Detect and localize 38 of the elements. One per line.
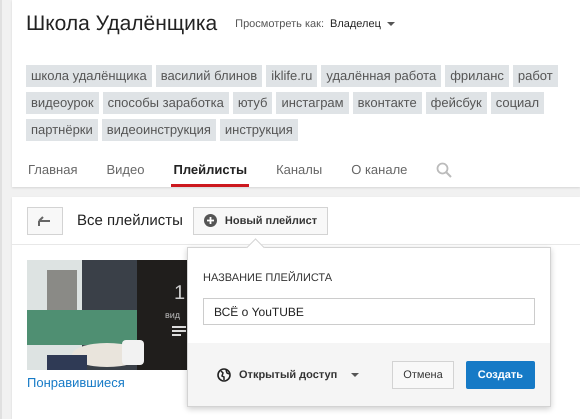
tag[interactable]: партнёрки — [26, 119, 98, 141]
tag[interactable]: социал — [490, 92, 544, 114]
new-playlist-button[interactable]: Новый плейлист — [192, 206, 328, 234]
playlist-title-link[interactable]: Понравившиеся — [27, 375, 125, 390]
tag[interactable]: ютуб — [232, 92, 272, 114]
tag[interactable]: работ — [512, 65, 558, 87]
tab[interactable]: Главная — [26, 159, 80, 187]
tag[interactable]: василий блинов — [156, 65, 262, 87]
tag[interactable]: iklife.ru — [266, 65, 318, 87]
video-count-label: вид — [165, 310, 180, 320]
cancel-button[interactable]: Отмена — [392, 360, 454, 388]
tag[interactable]: способы заработка — [102, 92, 229, 114]
video-count: 1 — [174, 282, 186, 305]
tag[interactable]: инструкция — [220, 119, 298, 141]
back-button[interactable] — [27, 206, 63, 234]
tag[interactable]: фейсбук — [426, 92, 487, 114]
channel-title: Школа Удалёнщика — [26, 12, 218, 36]
tab[interactable]: Каналы — [274, 159, 324, 187]
create-button[interactable]: Создать — [466, 360, 535, 388]
back-arrow-icon — [38, 216, 52, 226]
tag[interactable]: фриланс — [445, 65, 509, 87]
tab[interactable]: Видео — [104, 159, 146, 187]
tag[interactable]: школа удалёнщика — [26, 65, 152, 87]
tab[interactable]: Плейлисты — [171, 159, 250, 187]
tag[interactable]: инстаграм — [276, 92, 349, 114]
privacy-dropdown[interactable]: Открытый доступ — [203, 368, 374, 382]
section-heading: Все плейлисты — [77, 212, 183, 229]
tag[interactable]: видеоурок — [26, 92, 99, 114]
tag[interactable]: видеоинструкция — [102, 119, 216, 141]
field-label: НАЗВАНИЕ ПЛЕЙЛИСТА — [203, 272, 334, 284]
view-as-label: Просмотреть как: — [235, 18, 324, 30]
plus-icon — [204, 214, 217, 227]
view-as-dropdown[interactable]: Владелец — [330, 18, 395, 30]
tab[interactable]: О канале — [349, 159, 410, 187]
playlist-name-field[interactable]: ВСЁ о YouTUBE — [203, 298, 535, 325]
tag[interactable]: удалённая работа — [321, 65, 442, 87]
globe-icon — [217, 368, 231, 382]
tag[interactable]: вконтакте — [352, 92, 422, 114]
